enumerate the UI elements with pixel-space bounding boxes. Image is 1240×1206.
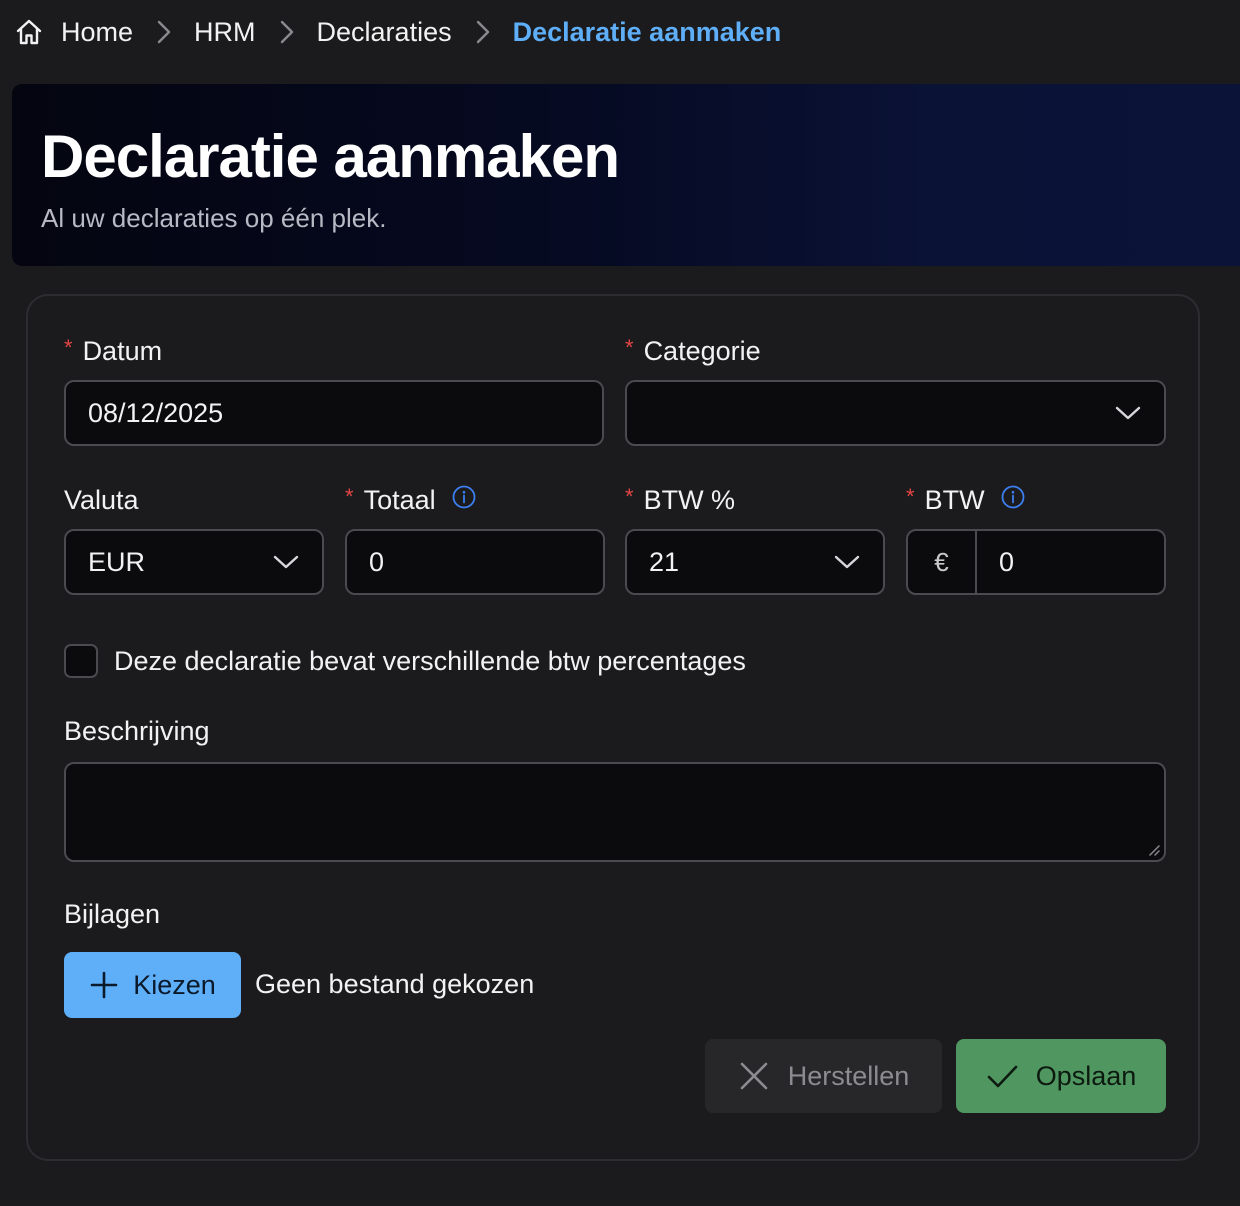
vat-input[interactable]: € 0 [906,529,1166,595]
breadcrumb-current: Declaratie aanmaken [512,16,782,47]
chevron-right-icon [472,19,494,45]
page-subtitle: Al uw declaraties op één plek. [41,203,387,233]
resize-grip-icon[interactable] [1146,842,1160,856]
required-marker: * [625,334,634,360]
vat-label-text: BTW [924,485,985,515]
category-select[interactable] [625,380,1166,446]
no-file-text: Geen bestand gekozen [255,969,535,999]
attachments-label: Bijlagen [64,899,160,930]
save-label: Opslaan [1035,1060,1137,1091]
date-field[interactable]: 08/12/2025 [64,380,604,446]
total-label-text: Totaal [363,485,436,515]
choose-file-button[interactable]: Kiezen [64,952,241,1018]
required-marker: * [345,483,354,509]
info-icon[interactable] [452,485,476,509]
currency-label-text: Valuta [64,485,139,515]
required-marker: * [64,334,73,360]
vat-percent-label-text: BTW % [643,485,736,515]
multi-vat-checkbox-label[interactable]: Deze declaratie bevat verschillende btw … [114,646,746,677]
vat-percent-value: 21 [649,546,680,577]
plus-icon [89,970,119,1000]
date-value: 08/12/2025 [88,397,224,428]
breadcrumb-declarations[interactable]: Declaraties [317,17,452,48]
breadcrumb-home[interactable]: Home [61,17,133,48]
currency-label: Valuta [64,485,139,516]
multi-vat-checkbox[interactable] [64,644,98,678]
category-label: * Categorie [625,334,761,367]
total-value: 0 [369,546,385,577]
description-label-text: Beschrijving [64,716,210,746]
category-label-text: Categorie [643,336,761,366]
date-label-text: Datum [82,336,163,366]
choose-file-label: Kiezen [133,969,216,1000]
total-label: * Totaal [345,483,476,516]
total-input[interactable]: 0 [345,529,605,595]
date-label: * Datum [64,334,163,367]
chevron-down-icon [833,553,861,571]
currency-value: EUR [88,546,146,577]
required-marker: * [906,483,915,509]
reset-label: Herstellen [787,1060,910,1091]
info-icon[interactable] [1001,485,1025,509]
required-marker: * [625,483,634,509]
reset-button[interactable]: Herstellen [705,1039,942,1113]
save-button[interactable]: Opslaan [956,1039,1166,1113]
declaration-form: * Datum 08/12/2025 * Categorie Valuta EU… [26,294,1200,1161]
currency-select[interactable]: EUR [64,529,324,595]
chevron-right-icon [153,19,175,45]
page-title: Declaratie aanmaken [41,123,620,190]
breadcrumb-hrm[interactable]: HRM [194,17,256,48]
check-icon [986,1060,1018,1092]
chevron-down-icon [272,553,300,571]
close-icon [738,1060,770,1092]
chevron-down-icon [1114,404,1142,422]
home-icon[interactable] [14,17,44,47]
vat-percent-label: * BTW % [625,483,736,516]
page-header: Declaratie aanmaken Al uw declaraties op… [12,84,1240,266]
description-textarea[interactable] [64,762,1166,862]
vat-label: * BTW [906,483,1025,516]
breadcrumb: Home HRM Declaraties Declaratie aanmaken [14,10,781,54]
attachments-label-text: Bijlagen [64,899,161,929]
vat-percent-select[interactable]: 21 [625,529,885,595]
description-label: Beschrijving [64,716,210,747]
euro-prefix: € [908,531,977,593]
vat-value: 0 [999,546,1015,577]
chevron-right-icon [276,19,298,45]
